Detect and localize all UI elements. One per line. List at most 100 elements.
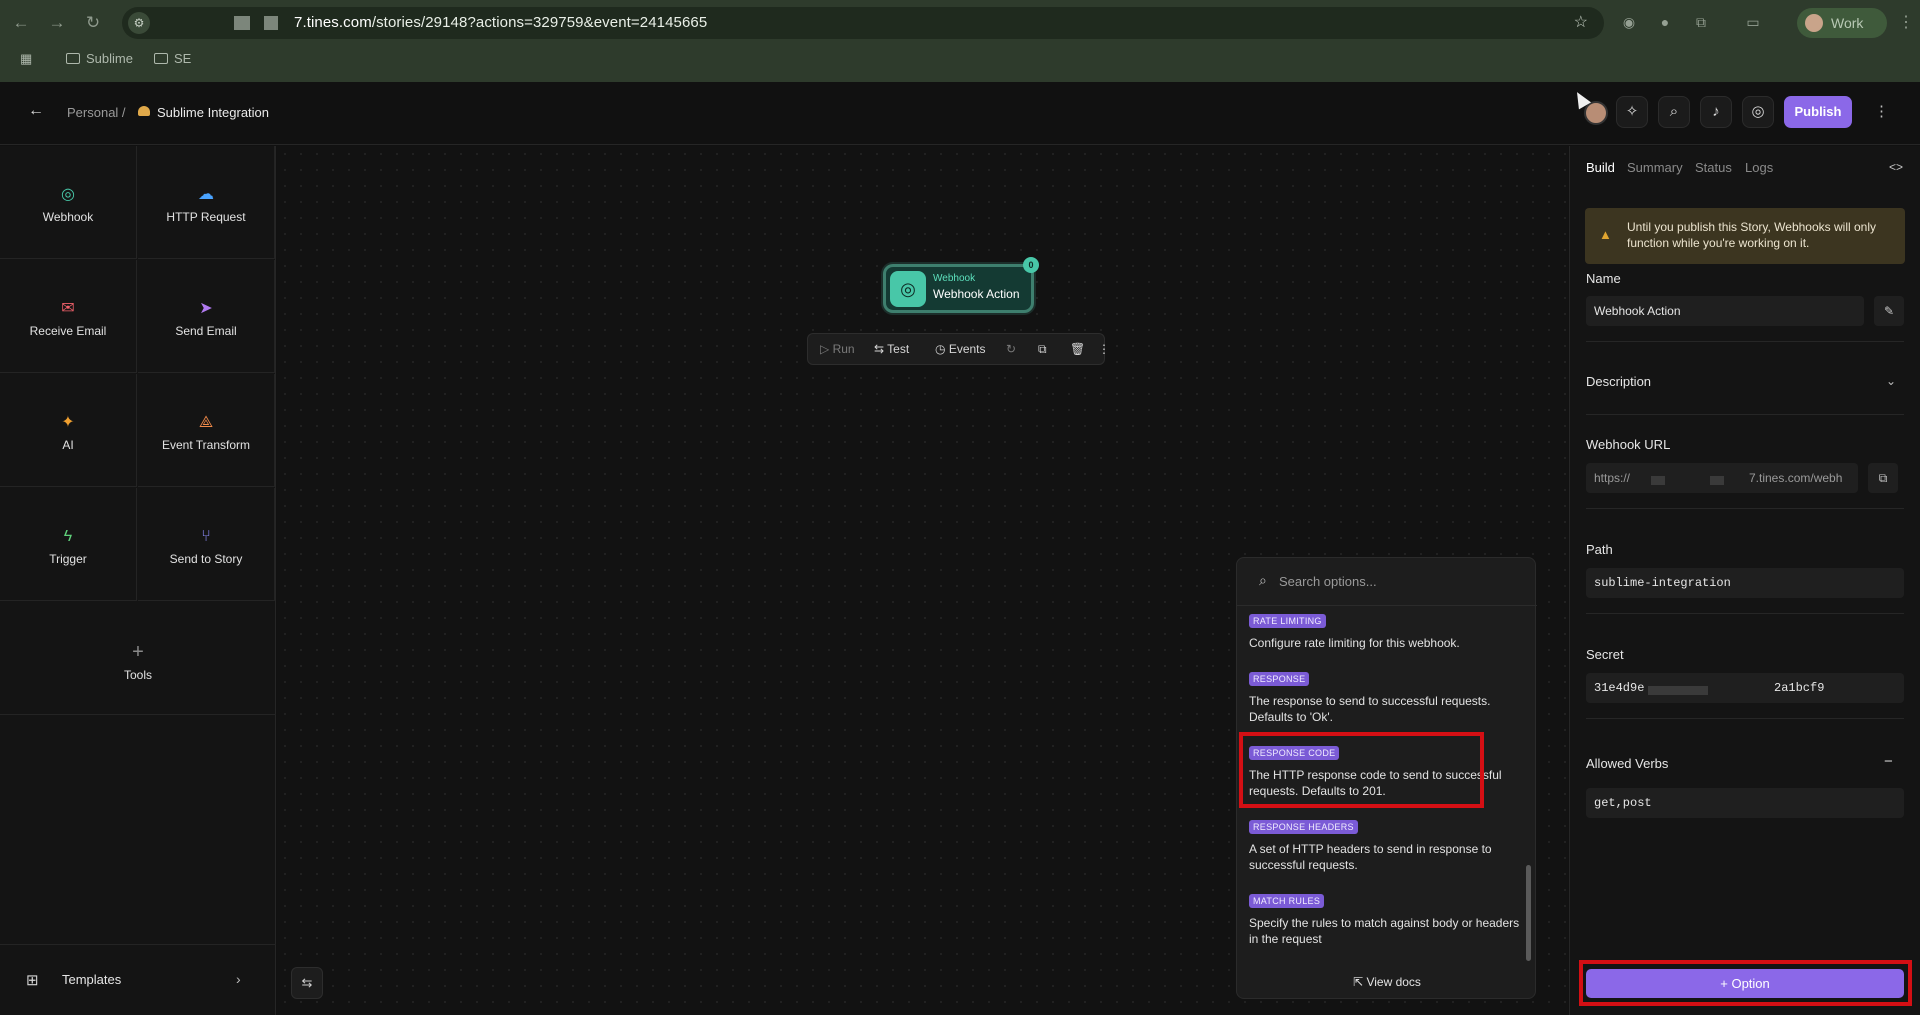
option-description: Configure rate limiting for this webhook… [1249,636,1460,650]
palette-tile-tools[interactable]: + Tools [0,602,276,715]
site-settings-icon[interactable]: ⚙ [128,12,150,34]
node-toolbar: ▷ Run ⇆ Test ◷ Events ↻ ⧉ 🗑 ⋮ [807,333,1110,365]
tab-status[interactable]: Status [1695,160,1732,175]
bookmark-star-icon[interactable]: ☆ [1574,12,1588,32]
events-label: Events [948,342,986,356]
webhook-url-field[interactable]: https:// 7.tines.com/webh [1586,463,1858,493]
events-button[interactable]: ◷ Events [935,342,986,356]
ai-sparkle-icon[interactable]: ✧ [1616,96,1648,128]
palette-tile-trigger[interactable]: ϟ Trigger [0,488,137,601]
warning-text: Until you publish this Story, Webhooks w… [1627,220,1876,250]
action-palette: ◎ Webhook ☁ HTTP Request ✉ Receive Email… [0,146,276,1015]
chevron-down-icon[interactable]: ⌄ [1886,374,1896,388]
divider [1586,613,1904,614]
copy-icon[interactable]: ⧉ [1868,463,1898,493]
trash-icon[interactable]: 🗑 [1070,342,1085,356]
publish-button[interactable]: Publish [1784,96,1852,128]
palette-tile-ai[interactable]: ✦ AI [0,374,137,487]
edit-name-icon[interactable]: ✎ [1874,296,1904,326]
bookmark-se[interactable]: SE [154,51,191,66]
option-response[interactable]: RESPONSE The response to send to success… [1249,669,1521,725]
run-button[interactable]: ▷ Run [820,342,855,356]
breadcrumb-parent[interactable]: Personal / [67,105,126,120]
option-response-headers[interactable]: RESPONSE HEADERS A set of HTTP headers t… [1249,817,1521,873]
media-icon[interactable]: ▭ [1744,13,1762,31]
palette-tile-webhook[interactable]: ◎ Webhook [0,146,137,259]
bell-icon[interactable]: ♪ [1700,96,1732,128]
view-docs-link[interactable]: ⇱ View docs [1237,975,1537,989]
toggle-panel-icon[interactable]: ⇆ [291,967,323,999]
palette-tile-http-request[interactable]: ☁ HTTP Request [138,146,275,259]
path-field[interactable]: sublime-integration [1586,568,1904,598]
branch-icon: ⑂ [201,528,211,545]
address-bar[interactable]: ⚙ 7.tines.com/stories/29148?actions=3297… [122,7,1604,39]
secret-suffix: 2a1bcf9 [1774,681,1825,695]
options-search: ⌕ [1237,558,1537,606]
extension-icon[interactable]: ● [1656,13,1674,31]
bookmark-sublime[interactable]: Sublime [66,51,133,66]
back-arrow-icon[interactable]: ← [10,12,32,34]
redaction [1651,476,1665,485]
divider [1586,341,1904,342]
publish-warning: ▲ Until you publish this Story, Webhooks… [1585,208,1905,264]
tab-build[interactable]: Build [1586,160,1615,175]
webhook-action-node[interactable]: ◎ Webhook Webhook Action 0 [883,257,1039,313]
bolt-icon: ϟ [63,528,73,545]
palette-tile-send-to-story[interactable]: ⑂ Send to Story [138,488,275,601]
tab-logs[interactable]: Logs [1745,160,1773,175]
tile-label: HTTP Request [166,210,246,224]
external-link-icon: ⇱ [1353,975,1367,989]
description-label[interactable]: Description [1586,374,1651,389]
option-rate-limiting[interactable]: RATE LIMITING Configure rate limiting fo… [1249,611,1521,651]
allowed-verbs-field[interactable]: get,post [1586,788,1904,818]
apps-grid-icon[interactable]: ▦ [20,51,32,67]
option-tag: RATE LIMITING [1249,614,1326,628]
templates-link[interactable]: ⊞ Templates › [0,944,276,1014]
search-icon[interactable]: ⌕ [1658,96,1690,128]
option-description: Specify the rules to match against body … [1249,916,1520,946]
path-label: Path [1586,542,1613,557]
test-icon: ⇆ [874,342,888,356]
minus-icon[interactable]: − [1884,753,1893,770]
code-view-icon[interactable]: <> [1889,160,1903,174]
profile-chip[interactable]: Work [1797,8,1887,38]
more-menu-icon[interactable]: ⋮ [1874,102,1889,120]
browser-menu-icon[interactable]: ⋮ [1898,12,1914,32]
secret-field[interactable]: 31e4d9e 2a1bcf9 [1586,673,1904,703]
more-menu-icon[interactable]: ⋮ [1098,342,1110,356]
tile-label: Send to Story [169,552,243,566]
name-field[interactable]: Webhook Action [1586,296,1864,326]
help-icon[interactable]: ◎ [1742,96,1774,128]
reload-icon[interactable]: ↻ [82,12,104,34]
scrollbar[interactable] [1526,865,1531,961]
tab-summary[interactable]: Summary [1627,160,1683,175]
forward-arrow-icon[interactable]: → [46,12,68,34]
highlight-box [1239,732,1484,808]
send-icon: ➤ [199,300,213,317]
story-title[interactable]: Sublime Integration [157,105,269,120]
add-option-button[interactable]: + Option [1586,969,1904,998]
extension-icon[interactable]: ◉ [1620,13,1638,31]
webhook-icon: ◎ [61,186,75,203]
palette-tile-receive-email[interactable]: ✉ Receive Email [0,260,137,373]
puzzle-icon[interactable]: ⧉ [1692,13,1710,31]
avatar[interactable] [1584,101,1608,125]
palette-tile-send-email[interactable]: ➤ Send Email [138,260,275,373]
search-options-input[interactable] [1279,570,1509,592]
duplicate-icon[interactable]: ⧉ [1038,342,1047,357]
url-prefix: https:// [1594,471,1631,485]
browser-chrome: ← → ↻ ⚙ 7.tines.com/stories/29148?action… [0,0,1920,82]
tile-label: Send Email [175,324,237,338]
folder-icon [66,53,80,64]
refresh-icon[interactable]: ↻ [1006,342,1016,356]
test-button[interactable]: ⇆ Test [874,342,909,356]
bookmark-label: Sublime [86,51,133,66]
back-arrow-icon[interactable]: ← [28,102,44,120]
palette-tile-event-transform[interactable]: ⟁ Event Transform [138,374,275,487]
plus-icon: + [1720,976,1732,991]
redaction [1710,476,1724,485]
url-path: /stories/29148?actions=329759&event=2414… [371,14,708,31]
option-label: Option [1731,976,1770,991]
plus-icon: + [132,641,144,663]
option-match-rules[interactable]: MATCH RULES Specify the rules to match a… [1249,891,1521,947]
